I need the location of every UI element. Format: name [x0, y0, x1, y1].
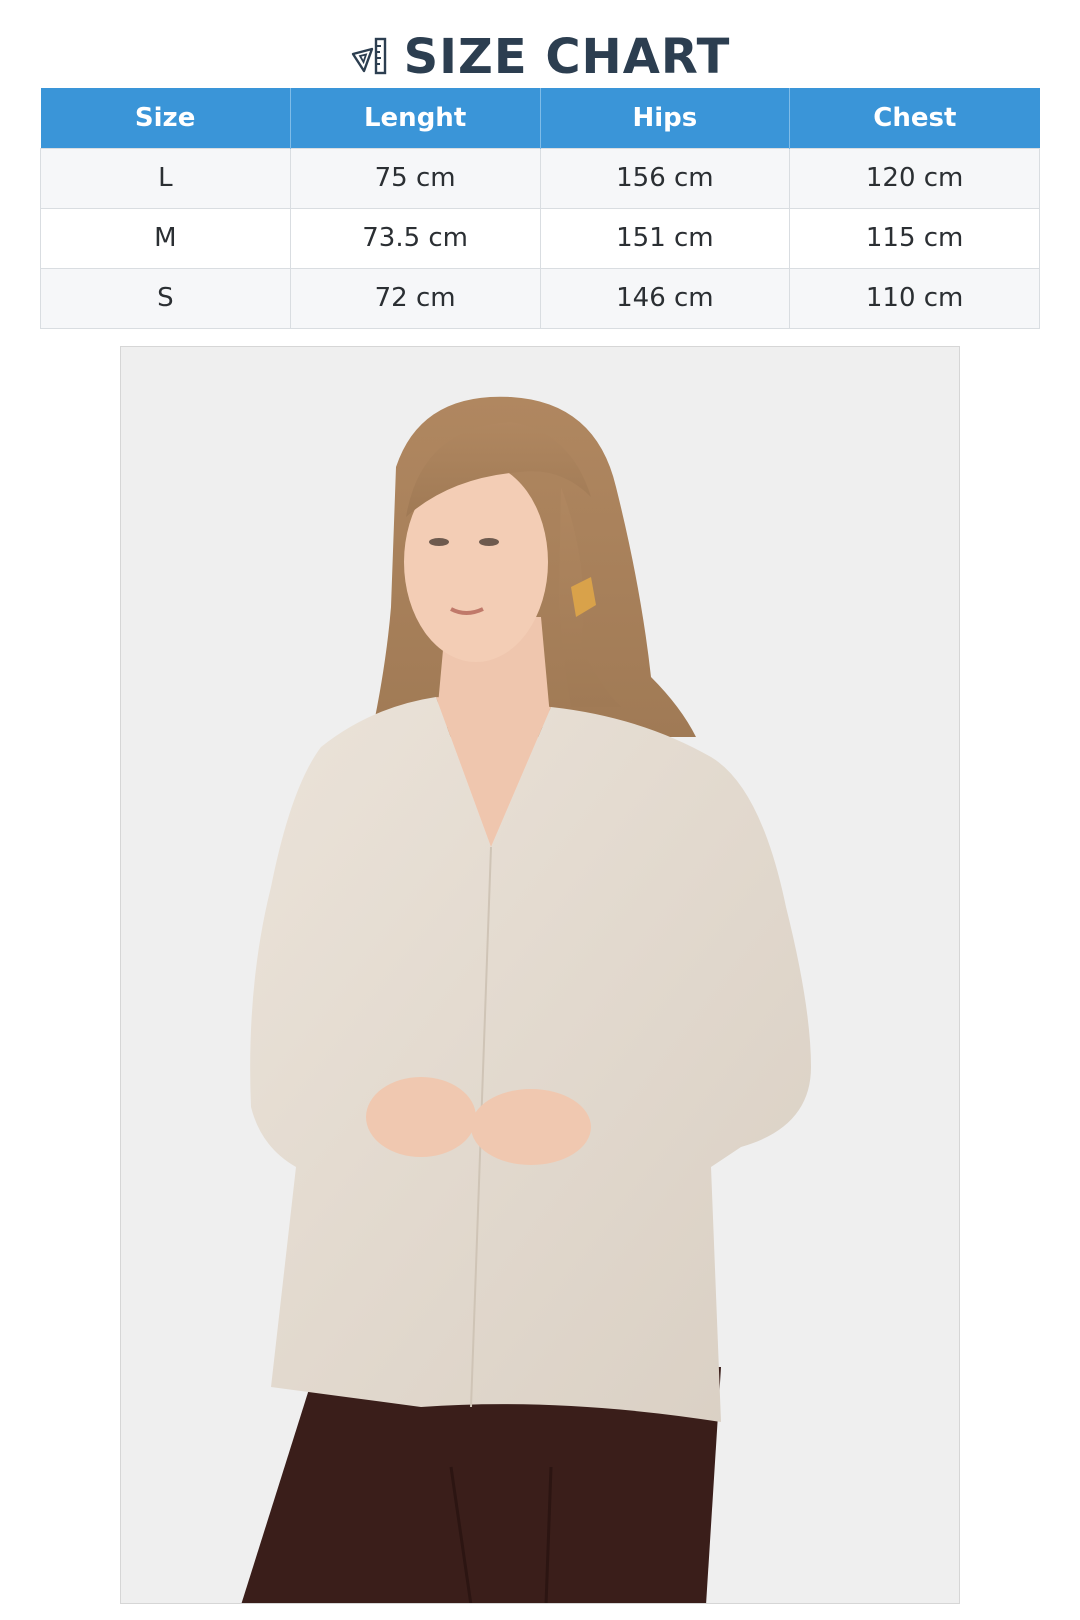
cell-size: L [40, 147, 291, 209]
left-hand [366, 1077, 476, 1157]
model-illustration [121, 347, 959, 1603]
column-header-size: Size [40, 88, 291, 148]
size-chart-page: SIZE CHART Size Lenght Hips Chest L 75 c… [0, 0, 1080, 1620]
ruler-triangle-icon [350, 35, 390, 79]
title-row: SIZE CHART [0, 22, 1080, 92]
column-header-chest: Chest [789, 88, 1040, 148]
cell-length: 73.5 cm [289, 207, 541, 269]
column-header-hips: Hips [540, 88, 791, 148]
table-header-row: Size Lenght Hips Chest [40, 88, 1040, 148]
cell-size: M [40, 207, 291, 269]
cell-length: 72 cm [289, 267, 541, 329]
cell-size: S [40, 267, 291, 329]
cell-chest: 115 cm [789, 207, 1040, 269]
cell-chest: 110 cm [789, 267, 1040, 329]
table-row: L 75 cm 156 cm 120 cm [40, 147, 1040, 209]
table-row: M 73.5 cm 151 cm 115 cm [40, 207, 1040, 269]
table-row: S 72 cm 146 cm 110 cm [40, 267, 1040, 329]
size-table: Size Lenght Hips Chest L 75 cm 156 cm 12… [40, 88, 1040, 329]
product-photo [120, 346, 960, 1604]
page-title: SIZE CHART [403, 29, 731, 85]
column-header-length: Lenght [290, 88, 541, 148]
cell-hips: 151 cm [539, 207, 791, 269]
cell-length: 75 cm [289, 147, 541, 209]
cell-chest: 120 cm [789, 147, 1040, 209]
cell-hips: 156 cm [539, 147, 791, 209]
right-hand [471, 1089, 591, 1165]
cell-hips: 146 cm [539, 267, 791, 329]
